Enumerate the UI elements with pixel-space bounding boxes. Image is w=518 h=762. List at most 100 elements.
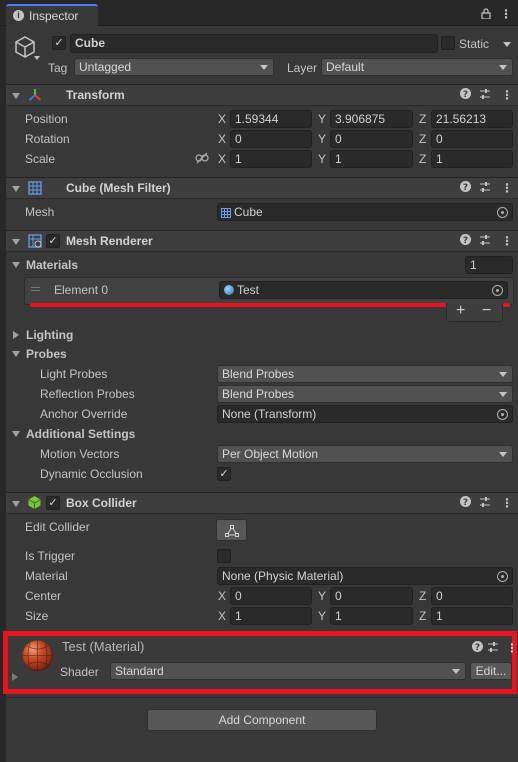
add-component-button[interactable]: Add Component: [147, 709, 377, 731]
materials-foldout-icon[interactable]: [12, 262, 20, 268]
object-picker-icon[interactable]: [497, 207, 508, 218]
object-name-field[interactable]: Cube: [70, 34, 438, 53]
kebab-menu-icon[interactable]: ⋮: [500, 7, 512, 21]
help-icon[interactable]: ?: [460, 234, 471, 248]
rotation-x-field[interactable]: 0: [230, 130, 312, 148]
presets-icon[interactable]: [487, 641, 499, 656]
collider-material-field[interactable]: None (Physic Material): [217, 567, 513, 585]
presets-icon[interactable]: [479, 496, 491, 511]
size-x-axis[interactable]: X: [218, 609, 226, 623]
center-x-axis[interactable]: X: [218, 589, 226, 603]
object-picker-icon[interactable]: [497, 571, 508, 582]
mesh-renderer-icon: [28, 234, 42, 251]
scale-z-field[interactable]: 1: [431, 150, 513, 168]
foldout-arrow-icon[interactable]: [12, 239, 20, 245]
scale-z-axis[interactable]: Z: [419, 152, 426, 166]
size-z-axis[interactable]: Z: [419, 609, 426, 623]
box-collider-header[interactable]: ✓ Box Collider ? ⋮: [6, 492, 518, 514]
element0-material-field[interactable]: Test: [219, 281, 508, 299]
help-icon[interactable]: ?: [460, 181, 471, 195]
scale-y-axis[interactable]: Y: [318, 152, 326, 166]
box-collider-enabled-checkbox[interactable]: ✓: [46, 496, 60, 510]
rotation-x-axis[interactable]: X: [218, 132, 226, 146]
mesh-renderer-enabled-checkbox[interactable]: ✓: [46, 234, 60, 248]
tag-dropdown[interactable]: Untagged: [74, 58, 274, 76]
component-menu-icon[interactable]: ⋮: [501, 496, 513, 510]
mesh-renderer-header[interactable]: ✓ Mesh Renderer ? ⋮: [6, 230, 518, 252]
help-icon[interactable]: ?: [460, 88, 471, 102]
lighting-label[interactable]: Lighting: [26, 328, 73, 342]
scale-x-field[interactable]: 1: [230, 150, 312, 168]
center-y-axis[interactable]: Y: [318, 589, 326, 603]
position-y-field[interactable]: 3.906875: [330, 110, 413, 128]
material-foldout-icon[interactable]: [12, 673, 18, 681]
transform-header[interactable]: Transform ? ⋮: [6, 84, 518, 106]
mesh-field[interactable]: Cube: [217, 203, 513, 221]
foldout-arrow-icon[interactable]: [12, 93, 20, 99]
presets-icon[interactable]: [479, 234, 491, 249]
presets-icon[interactable]: [479, 181, 491, 196]
static-dropdown-icon[interactable]: [503, 42, 511, 47]
size-x-field[interactable]: 1: [230, 607, 312, 625]
add-element-button[interactable]: +: [456, 302, 465, 320]
static-checkbox[interactable]: [441, 36, 455, 50]
component-menu-icon[interactable]: ⋮: [501, 234, 513, 248]
lock-icon[interactable]: [481, 8, 491, 22]
shader-label: Shader: [60, 665, 99, 679]
scale-y-field[interactable]: 1: [330, 150, 413, 168]
layer-dropdown[interactable]: Default: [321, 58, 513, 76]
probes-foldout-icon[interactable]: [12, 351, 20, 357]
materials-count-field[interactable]: 1: [465, 256, 513, 274]
position-z-field[interactable]: 21.56213: [431, 110, 513, 128]
gameobject-icon-dropdown[interactable]: [34, 56, 40, 60]
rotation-label: Rotation: [25, 132, 70, 146]
component-menu-icon[interactable]: ⋮: [506, 641, 518, 655]
mesh-filter-header[interactable]: Cube (Mesh Filter) ? ⋮: [6, 177, 518, 199]
help-icon[interactable]: ?: [472, 641, 483, 655]
motion-vectors-dropdown[interactable]: Per Object Motion: [217, 445, 513, 463]
additional-settings-foldout-icon[interactable]: [12, 431, 20, 437]
probes-label[interactable]: Probes: [26, 347, 67, 361]
foldout-arrow-icon[interactable]: [12, 186, 20, 192]
tab-inspector[interactable]: i Inspector: [6, 4, 98, 27]
presets-icon[interactable]: [479, 88, 491, 103]
additional-settings-label[interactable]: Additional Settings: [26, 427, 135, 441]
shader-edit-label: Edit...: [475, 664, 507, 678]
remove-element-button[interactable]: −: [482, 302, 491, 320]
is-trigger-checkbox[interactable]: [217, 549, 231, 563]
materials-label[interactable]: Materials: [26, 258, 78, 272]
component-menu-icon[interactable]: ⋮: [501, 88, 513, 102]
shader-dropdown[interactable]: Standard: [110, 662, 466, 680]
position-z-axis[interactable]: Z: [419, 112, 426, 126]
anchor-override-field[interactable]: None (Transform): [217, 405, 513, 423]
constrain-proportions-icon[interactable]: [195, 152, 209, 167]
center-x-field[interactable]: 0: [230, 587, 312, 605]
position-y-axis[interactable]: Y: [318, 112, 326, 126]
size-y-axis[interactable]: Y: [318, 609, 326, 623]
size-z-field[interactable]: 1: [431, 607, 513, 625]
center-z-axis[interactable]: Z: [419, 589, 426, 603]
reflection-probes-dropdown[interactable]: Blend Probes: [217, 385, 513, 403]
light-probes-dropdown[interactable]: Blend Probes: [217, 365, 513, 383]
rotation-z-axis[interactable]: Z: [419, 132, 426, 146]
lighting-foldout-icon[interactable]: [13, 331, 19, 339]
help-icon[interactable]: ?: [460, 496, 471, 510]
active-checkbox[interactable]: ✓: [52, 36, 66, 50]
position-x-axis[interactable]: X: [218, 112, 226, 126]
foldout-arrow-icon[interactable]: [12, 501, 20, 507]
component-menu-icon[interactable]: ⋮: [501, 181, 513, 195]
object-picker-icon[interactable]: [492, 285, 503, 296]
rotation-y-axis[interactable]: Y: [318, 132, 326, 146]
edit-collider-button[interactable]: [216, 519, 247, 541]
dynamic-occlusion-checkbox[interactable]: ✓: [217, 467, 231, 481]
scale-x-axis[interactable]: X: [218, 152, 226, 166]
rotation-z-field[interactable]: 0: [431, 130, 513, 148]
center-z-field[interactable]: 0: [431, 587, 513, 605]
shader-edit-button[interactable]: Edit...: [470, 662, 512, 680]
size-y-field[interactable]: 1: [330, 607, 413, 625]
drag-handle-icon[interactable]: [31, 287, 40, 288]
center-y-field[interactable]: 0: [330, 587, 413, 605]
position-x-field[interactable]: 1.59344: [230, 110, 312, 128]
rotation-y-field[interactable]: 0: [330, 130, 413, 148]
object-picker-icon[interactable]: [497, 409, 508, 420]
